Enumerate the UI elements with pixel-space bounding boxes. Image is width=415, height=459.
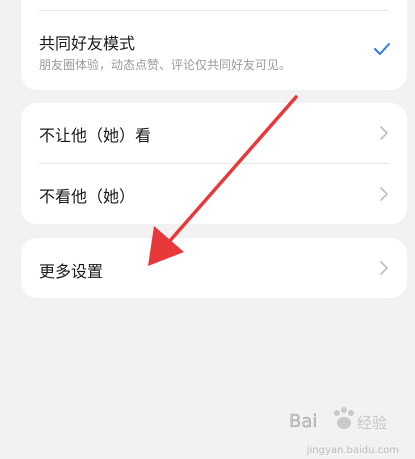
friend-mode-option[interactable]: 共同好友模式 朋友圈体验，动态点赞、评论仅共同好友可见。 (21, 10, 407, 90)
baidu-jingyan-watermark-icon: Bai 经验 (289, 407, 387, 432)
more-settings-label: 更多设置 (39, 262, 104, 281)
chevron-right-icon (380, 261, 388, 275)
hide-my-moments-row[interactable]: 不让他（她）看 (21, 103, 407, 163)
hide-my-moments-label: 不让他（她）看 (39, 126, 152, 145)
privacy-card: 不让他（她）看 不看他（她） (21, 103, 407, 224)
more-settings-row[interactable]: 更多设置 (21, 238, 407, 298)
friend-mode-card: 共同好友模式 朋友圈体验，动态点赞、评论仅共同好友可见。 (21, 0, 407, 90)
hide-their-moments-row[interactable]: 不看他（她） (21, 164, 407, 224)
friend-mode-title: 共同好友模式 (39, 34, 136, 53)
chevron-right-icon (380, 126, 388, 140)
hide-their-moments-label: 不看他（她） (39, 187, 136, 206)
check-icon (374, 43, 390, 55)
chevron-right-icon (380, 187, 388, 201)
svg-text:经验: 经验 (357, 414, 387, 432)
more-settings-card: 更多设置 (21, 238, 407, 298)
friend-mode-subtitle: 朋友圈体验，动态点赞、评论仅共同好友可见。 (39, 58, 292, 72)
svg-text:Bai: Bai (289, 411, 317, 432)
watermark-url: jingyan.baidu.com (306, 445, 399, 456)
